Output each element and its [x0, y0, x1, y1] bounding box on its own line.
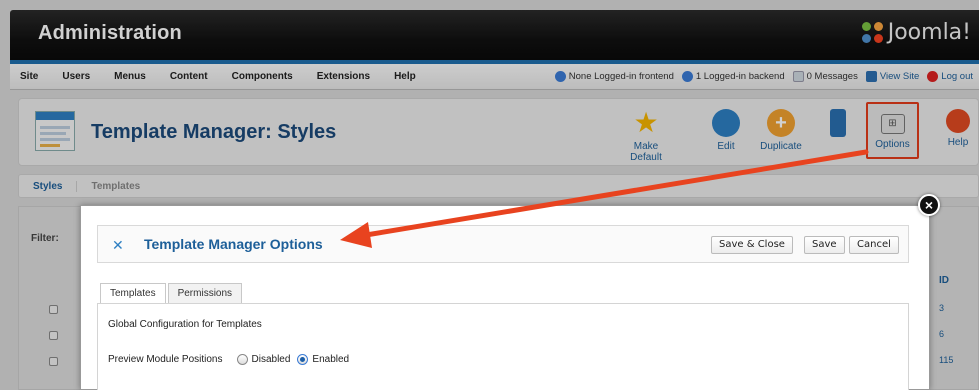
messages-label: 0 Messages: [806, 71, 858, 82]
tab-templates[interactable]: Templates: [76, 180, 154, 192]
page-title: Template Manager: Styles: [91, 121, 337, 143]
tab-styles[interactable]: Styles: [19, 181, 76, 192]
disabled-label[interactable]: Disabled: [252, 354, 291, 365]
save-close-button[interactable]: Save & Close: [711, 236, 793, 254]
frontend-status-label: None Logged-in frontend: [568, 71, 674, 82]
admin-title: Administration: [38, 22, 182, 44]
save-button[interactable]: Save: [804, 236, 845, 254]
filter-label: Filter:: [31, 233, 59, 244]
duplicate-button[interactable]: + Duplicate: [754, 107, 808, 159]
enabled-radio[interactable]: [297, 354, 309, 365]
row-id: 6: [939, 329, 945, 339]
disabled-radio[interactable]: [236, 354, 248, 365]
brand-text: Joomla!: [887, 20, 971, 45]
admin-header: Administration Joomla!: [10, 10, 979, 60]
tab-templates-options[interactable]: Templates: [100, 283, 166, 304]
row-id: 115: [939, 355, 954, 365]
make-default-button[interactable]: ★ Make Default: [619, 107, 673, 164]
main-menu: Site Users Menus Content Components Exte…: [10, 64, 979, 90]
tab-permissions[interactable]: Permissions: [167, 283, 243, 303]
help-label: Help: [947, 137, 969, 148]
modal-header: ✕ Template Manager Options Save & Close …: [97, 225, 909, 263]
menu-extensions[interactable]: Extensions: [305, 71, 382, 82]
menu-users[interactable]: Users: [50, 71, 102, 82]
section-heading: Global Configuration for Templates: [108, 319, 262, 330]
joomla-brand: Joomla!: [861, 20, 971, 45]
options-modal: ✕ Template Manager Options Save & Close …: [80, 205, 930, 390]
menu-components[interactable]: Components: [220, 71, 305, 82]
close-icon[interactable]: ×: [918, 194, 940, 216]
tab-panel: Global Configuration for Templates Previ…: [97, 303, 909, 390]
status-bar: None Logged-in frontend 1 Logged-in back…: [554, 71, 979, 82]
frontend-status: None Logged-in frontend: [554, 71, 674, 82]
row-checkbox[interactable]: [49, 305, 58, 314]
enabled-label[interactable]: Enabled: [312, 354, 349, 365]
page-toolbar: Template Manager: Styles ★ Make Default …: [18, 98, 979, 166]
edit-button[interactable]: Edit: [699, 107, 753, 159]
monitor-icon: [865, 71, 877, 82]
modal-title: Template Manager Options: [144, 236, 323, 252]
modal-tabs: Templates Permissions: [100, 283, 243, 304]
row-checkbox[interactable]: [49, 357, 58, 366]
star-icon: ★: [633, 107, 659, 138]
make-default-label: Make Default: [630, 141, 662, 163]
view-site-label: View Site: [879, 71, 920, 82]
id-column-header[interactable]: ID: [939, 275, 949, 286]
backend-status-label: 1 Logged-in backend: [695, 71, 785, 82]
row-id: 3: [939, 303, 945, 313]
template-manager-icon: [35, 111, 75, 151]
view-site-link[interactable]: View Site: [865, 71, 920, 82]
options-button[interactable]: ⊞ Options: [866, 102, 919, 159]
menu-help[interactable]: Help: [382, 71, 428, 82]
backend-status: 1 Logged-in backend: [681, 71, 785, 82]
users-icon: [681, 71, 693, 82]
menu-menus[interactable]: Menus: [102, 71, 158, 82]
edit-label: Edit: [717, 141, 735, 152]
wrench-icon: ✕: [112, 237, 124, 253]
cancel-button[interactable]: Cancel: [849, 236, 899, 254]
logout-label: Log out: [941, 71, 973, 82]
options-label: Options: [875, 139, 910, 150]
power-icon: [927, 71, 939, 82]
help-icon: [946, 109, 970, 133]
logout-link[interactable]: Log out: [927, 71, 973, 82]
pencil-icon: [712, 109, 740, 137]
trash-icon: [830, 109, 846, 137]
menu-site[interactable]: Site: [10, 71, 50, 82]
preview-positions-label: Preview Module Positions: [108, 354, 223, 365]
row-checkbox[interactable]: [49, 331, 58, 340]
preview-positions-row: Preview Module Positions Disabled Enable…: [108, 354, 349, 365]
joomla-logo-icon: [861, 21, 884, 44]
messages-icon: [792, 71, 804, 82]
menu-content[interactable]: Content: [158, 71, 220, 82]
options-icon: ⊞: [880, 114, 905, 134]
trash-button[interactable]: [811, 107, 865, 159]
users-icon: [554, 71, 566, 82]
help-button[interactable]: Help: [937, 107, 979, 159]
plus-icon: +: [767, 109, 795, 137]
duplicate-label: Duplicate: [760, 141, 802, 152]
submenu: Styles Templates: [18, 174, 979, 198]
messages-link[interactable]: 0 Messages: [792, 71, 858, 82]
